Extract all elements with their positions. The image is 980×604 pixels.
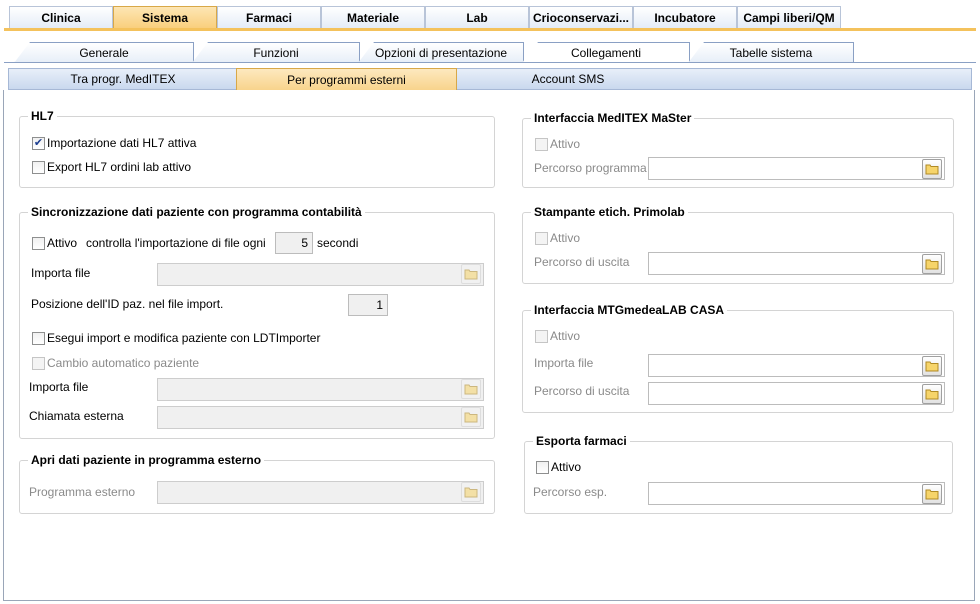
meditex-master-path-label: Percorso programma bbox=[534, 161, 647, 175]
hl7-title: HL7 bbox=[28, 109, 57, 123]
sync-id-position-input[interactable]: 1 bbox=[348, 294, 388, 316]
mtg-group: Interfaccia MTGmedeaLAB CASA Attivo Impo… bbox=[522, 303, 954, 413]
folder-icon bbox=[464, 269, 478, 280]
sync-import-file2-browse-button[interactable] bbox=[461, 379, 481, 399]
export-drugs-title: Esporta farmaci bbox=[533, 434, 630, 448]
export-drugs-browse-button[interactable] bbox=[922, 484, 942, 504]
folder-icon bbox=[925, 489, 939, 500]
tab-campi-liberi[interactable]: Campi liberi/QM bbox=[737, 6, 841, 28]
meditex-master-active-label: Attivo bbox=[550, 137, 581, 151]
tab-farmaci[interactable]: Farmaci bbox=[217, 6, 321, 28]
tab-collegamenti[interactable]: Collegamenti bbox=[522, 42, 690, 63]
primolab-active-checkbox[interactable] bbox=[535, 232, 548, 245]
external-program-label: Programma esterno bbox=[29, 485, 136, 499]
export-drugs-active-checkbox[interactable] bbox=[536, 461, 549, 474]
open-external-group: Apri dati paziente in programma esterno … bbox=[19, 453, 495, 514]
external-program-browse-button[interactable] bbox=[461, 482, 481, 502]
primolab-browse-button[interactable] bbox=[922, 254, 942, 274]
sync-check-text: controlla l'importazione di file ogni bbox=[86, 236, 266, 250]
tab-clinica[interactable]: Clinica bbox=[9, 6, 113, 28]
sync-active-checkbox[interactable] bbox=[32, 237, 45, 250]
hl7-import-checkbox[interactable]: ✔ bbox=[32, 137, 45, 150]
ldt-importer-checkbox[interactable] bbox=[32, 332, 45, 345]
tab-incubatore[interactable]: Incubatore bbox=[633, 6, 737, 28]
tab-materiale[interactable]: Materiale bbox=[321, 6, 425, 28]
tab-crioconservazione[interactable]: Crioconservazi... bbox=[529, 6, 633, 28]
sync-seconds-input[interactable]: 5 bbox=[275, 232, 313, 254]
mtg-import-label: Importa file bbox=[534, 356, 594, 370]
sync-id-position-label: Posizione dell'ID paz. nel file import. bbox=[31, 297, 224, 311]
external-call-field[interactable] bbox=[157, 406, 484, 429]
tab-per-programmi-esterni[interactable]: Per programmi esterni bbox=[236, 68, 457, 90]
mtg-output-field[interactable] bbox=[648, 382, 945, 405]
primolab-output-label: Percorso di uscita bbox=[534, 255, 630, 269]
tab-generale[interactable]: Generale bbox=[14, 42, 194, 63]
meditex-master-title: Interfaccia MedITEX MaSter bbox=[531, 111, 695, 125]
external-program-field[interactable] bbox=[157, 481, 484, 504]
primolab-title: Stampante etich. Primolab bbox=[531, 205, 688, 219]
subtab-underline bbox=[4, 62, 976, 63]
sync-title: Sincronizzazione dati paziente con progr… bbox=[28, 205, 365, 219]
external-call-label: Chiamata esterna bbox=[29, 409, 124, 423]
mtg-import-browse-button[interactable] bbox=[922, 356, 942, 376]
auto-change-label: Cambio automatico paziente bbox=[47, 356, 200, 370]
folder-icon bbox=[925, 361, 939, 372]
sync-import-file2-label: Importa file bbox=[29, 380, 89, 394]
folder-icon bbox=[925, 389, 939, 400]
export-drugs-path-field[interactable] bbox=[648, 482, 945, 505]
folder-icon bbox=[464, 487, 478, 498]
tab-opzioni-presentazione[interactable]: Opzioni di presentazione bbox=[358, 42, 524, 63]
folder-icon bbox=[464, 384, 478, 395]
primolab-output-field[interactable] bbox=[648, 252, 945, 275]
export-drugs-active-label: Attivo bbox=[551, 460, 582, 474]
mtg-import-field[interactable] bbox=[648, 354, 945, 377]
sync-import-file-field[interactable] bbox=[157, 263, 484, 286]
sync-seconds-label: secondi bbox=[317, 236, 359, 250]
sync-import-file-browse-button[interactable] bbox=[461, 264, 481, 284]
tab-sistema[interactable]: Sistema bbox=[113, 6, 217, 28]
hl7-export-label: Export HL7 ordini lab attivo bbox=[47, 160, 192, 174]
sync-import-file2-field[interactable] bbox=[157, 378, 484, 401]
tab-lab[interactable]: Lab bbox=[425, 6, 529, 28]
tab-tra-progr-meditex[interactable]: Tra progr. MedITEX bbox=[9, 68, 237, 90]
meditex-master-browse-button[interactable] bbox=[922, 159, 942, 179]
tab-account-sms[interactable]: Account SMS bbox=[457, 68, 679, 90]
mtg-output-browse-button[interactable] bbox=[922, 384, 942, 404]
auto-change-checkbox[interactable] bbox=[32, 357, 45, 370]
hl7-group: HL7 ✔ Importazione dati HL7 attiva Expor… bbox=[19, 109, 495, 188]
ldt-importer-label: Esegui import e modifica paziente con LD… bbox=[47, 331, 321, 345]
primolab-active-label: Attivo bbox=[550, 231, 581, 245]
mtg-active-checkbox[interactable] bbox=[535, 330, 548, 343]
primolab-group: Stampante etich. Primolab Attivo Percors… bbox=[522, 205, 954, 284]
external-call-browse-button[interactable] bbox=[461, 407, 481, 427]
export-drugs-group: Esporta farmaci Attivo Percorso esp. bbox=[524, 434, 953, 514]
folder-icon bbox=[925, 164, 939, 175]
sync-active-label: Attivo bbox=[47, 236, 78, 250]
folder-icon bbox=[925, 259, 939, 270]
sync-import-file-label: Importa file bbox=[31, 266, 91, 280]
hl7-import-label: Importazione dati HL7 attiva bbox=[47, 136, 197, 150]
tab-tabelle-sistema[interactable]: Tabelle sistema bbox=[688, 42, 854, 63]
meditex-master-path-field[interactable] bbox=[648, 157, 945, 180]
mtg-title: Interfaccia MTGmedeaLAB CASA bbox=[531, 303, 728, 317]
open-external-title: Apri dati paziente in programma esterno bbox=[28, 453, 265, 467]
tab-funzioni[interactable]: Funzioni bbox=[192, 42, 360, 63]
hl7-export-checkbox[interactable] bbox=[32, 161, 45, 174]
mtg-active-label: Attivo bbox=[550, 329, 581, 343]
export-drugs-path-label: Percorso esp. bbox=[533, 485, 608, 499]
meditex-master-active-checkbox[interactable] bbox=[535, 138, 548, 151]
meditex-master-group: Interfaccia MedITEX MaSter Attivo Percor… bbox=[522, 111, 954, 188]
sync-group: Sincronizzazione dati paziente con progr… bbox=[19, 205, 495, 439]
tab-bar-underline bbox=[4, 28, 976, 31]
mtg-output-label: Percorso di uscita bbox=[534, 384, 630, 398]
folder-icon bbox=[464, 412, 478, 423]
